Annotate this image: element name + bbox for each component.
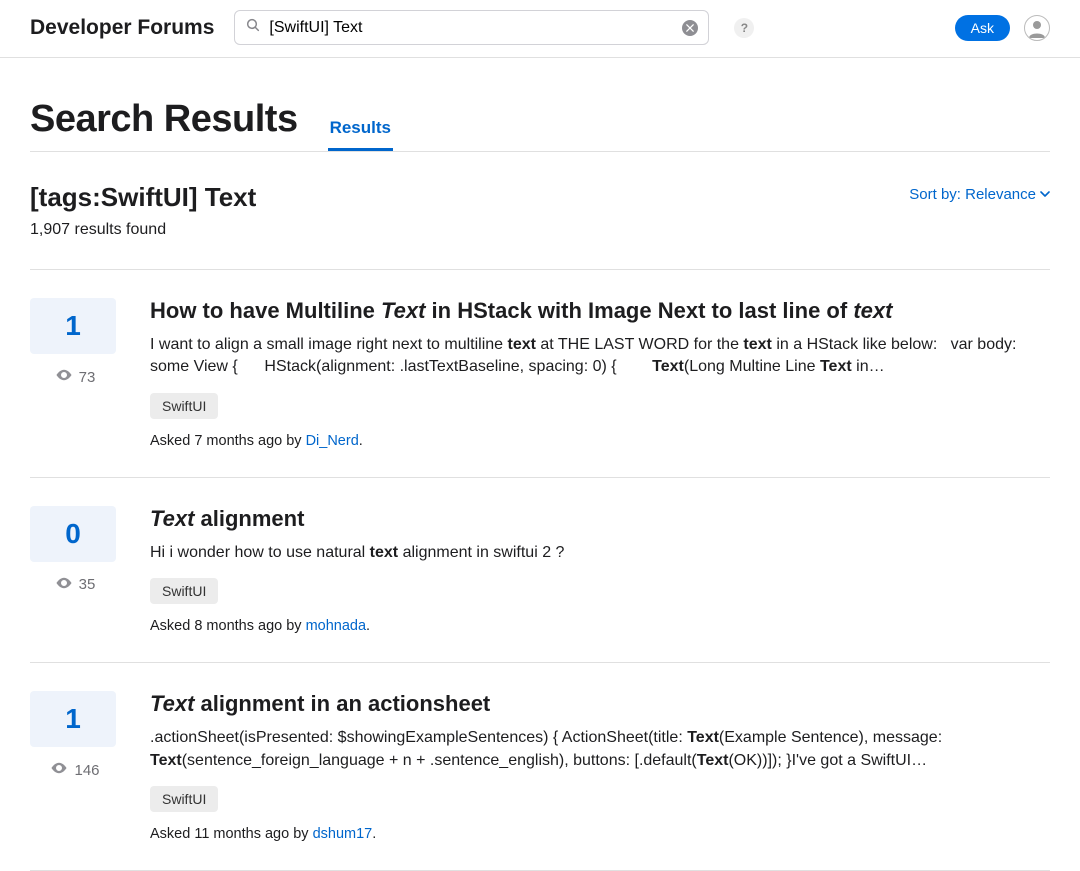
search-box[interactable] bbox=[234, 10, 709, 45]
view-number: 35 bbox=[79, 576, 96, 593]
asked-prefix: Asked 7 months ago by bbox=[150, 433, 306, 449]
tag-swiftui[interactable]: SwiftUI bbox=[150, 393, 218, 419]
tabs: Results bbox=[328, 118, 393, 151]
view-count: 73 bbox=[30, 366, 120, 388]
title-row: Search Results Results bbox=[30, 58, 1050, 152]
chevron-down-icon bbox=[1040, 186, 1050, 203]
author-link[interactable]: dshum17 bbox=[313, 826, 373, 842]
view-count: 35 bbox=[30, 574, 120, 596]
query-row: [tags:SwiftUI] Text 1,907 results found … bbox=[30, 152, 1050, 239]
asked-prefix: Asked 8 months ago by bbox=[150, 618, 306, 634]
ask-button[interactable]: Ask bbox=[955, 15, 1010, 41]
help-icon[interactable]: ? bbox=[734, 18, 754, 38]
view-number: 73 bbox=[79, 369, 96, 386]
tag-swiftui[interactable]: SwiftUI bbox=[150, 578, 218, 604]
sort-dropdown[interactable]: Sort by: Relevance bbox=[909, 186, 1050, 203]
header-right: Ask bbox=[955, 15, 1050, 41]
eye-icon bbox=[50, 759, 68, 781]
search-icon bbox=[245, 17, 261, 38]
tab-results[interactable]: Results bbox=[328, 118, 393, 151]
result-title[interactable]: Text alignment in an actionsheet bbox=[150, 691, 1050, 717]
result-item: 0 35 Text alignment Hi i wonder how to u… bbox=[30, 477, 1050, 662]
search-input[interactable] bbox=[269, 19, 674, 37]
eye-icon bbox=[55, 574, 73, 596]
results-count: 1,907 results found bbox=[30, 221, 256, 239]
sort-label: Sort by: Relevance bbox=[909, 186, 1036, 203]
result-meta: Asked 7 months ago by Di_Nerd. bbox=[150, 433, 1050, 449]
header-bar: Developer Forums ? Ask bbox=[0, 0, 1080, 58]
result-snippet: I want to align a small image right next… bbox=[150, 334, 1050, 379]
result-snippet: .actionSheet(isPresented: $showingExampl… bbox=[150, 727, 1050, 772]
reply-count: 0 bbox=[30, 506, 116, 562]
author-link[interactable]: Di_Nerd bbox=[306, 433, 359, 449]
brand-title[interactable]: Developer Forums bbox=[30, 16, 214, 40]
page-title: Search Results bbox=[30, 98, 298, 151]
result-title[interactable]: Text alignment bbox=[150, 506, 1050, 532]
clear-icon[interactable] bbox=[682, 20, 698, 36]
user-avatar[interactable] bbox=[1024, 15, 1050, 41]
view-count: 146 bbox=[30, 759, 120, 781]
results-list: 1 73 How to have Multiline Text in HStac… bbox=[30, 269, 1050, 871]
result-meta: Asked 8 months ago by mohnada. bbox=[150, 618, 1050, 634]
result-meta: Asked 11 months ago by dshum17. bbox=[150, 826, 1050, 842]
reply-count: 1 bbox=[30, 691, 116, 747]
result-title[interactable]: How to have Multiline Text in HStack wit… bbox=[150, 298, 1050, 324]
author-link[interactable]: mohnada bbox=[306, 618, 366, 634]
reply-count: 1 bbox=[30, 298, 116, 354]
asked-prefix: Asked 11 months ago by bbox=[150, 826, 313, 842]
result-item: 1 146 Text alignment in an actionsheet .… bbox=[30, 662, 1050, 871]
query-display: [tags:SwiftUI] Text bbox=[30, 182, 256, 213]
tag-swiftui[interactable]: SwiftUI bbox=[150, 786, 218, 812]
result-snippet: Hi i wonder how to use natural text alig… bbox=[150, 542, 1050, 564]
view-number: 146 bbox=[74, 762, 99, 779]
result-item: 1 73 How to have Multiline Text in HStac… bbox=[30, 269, 1050, 477]
eye-icon bbox=[55, 366, 73, 388]
